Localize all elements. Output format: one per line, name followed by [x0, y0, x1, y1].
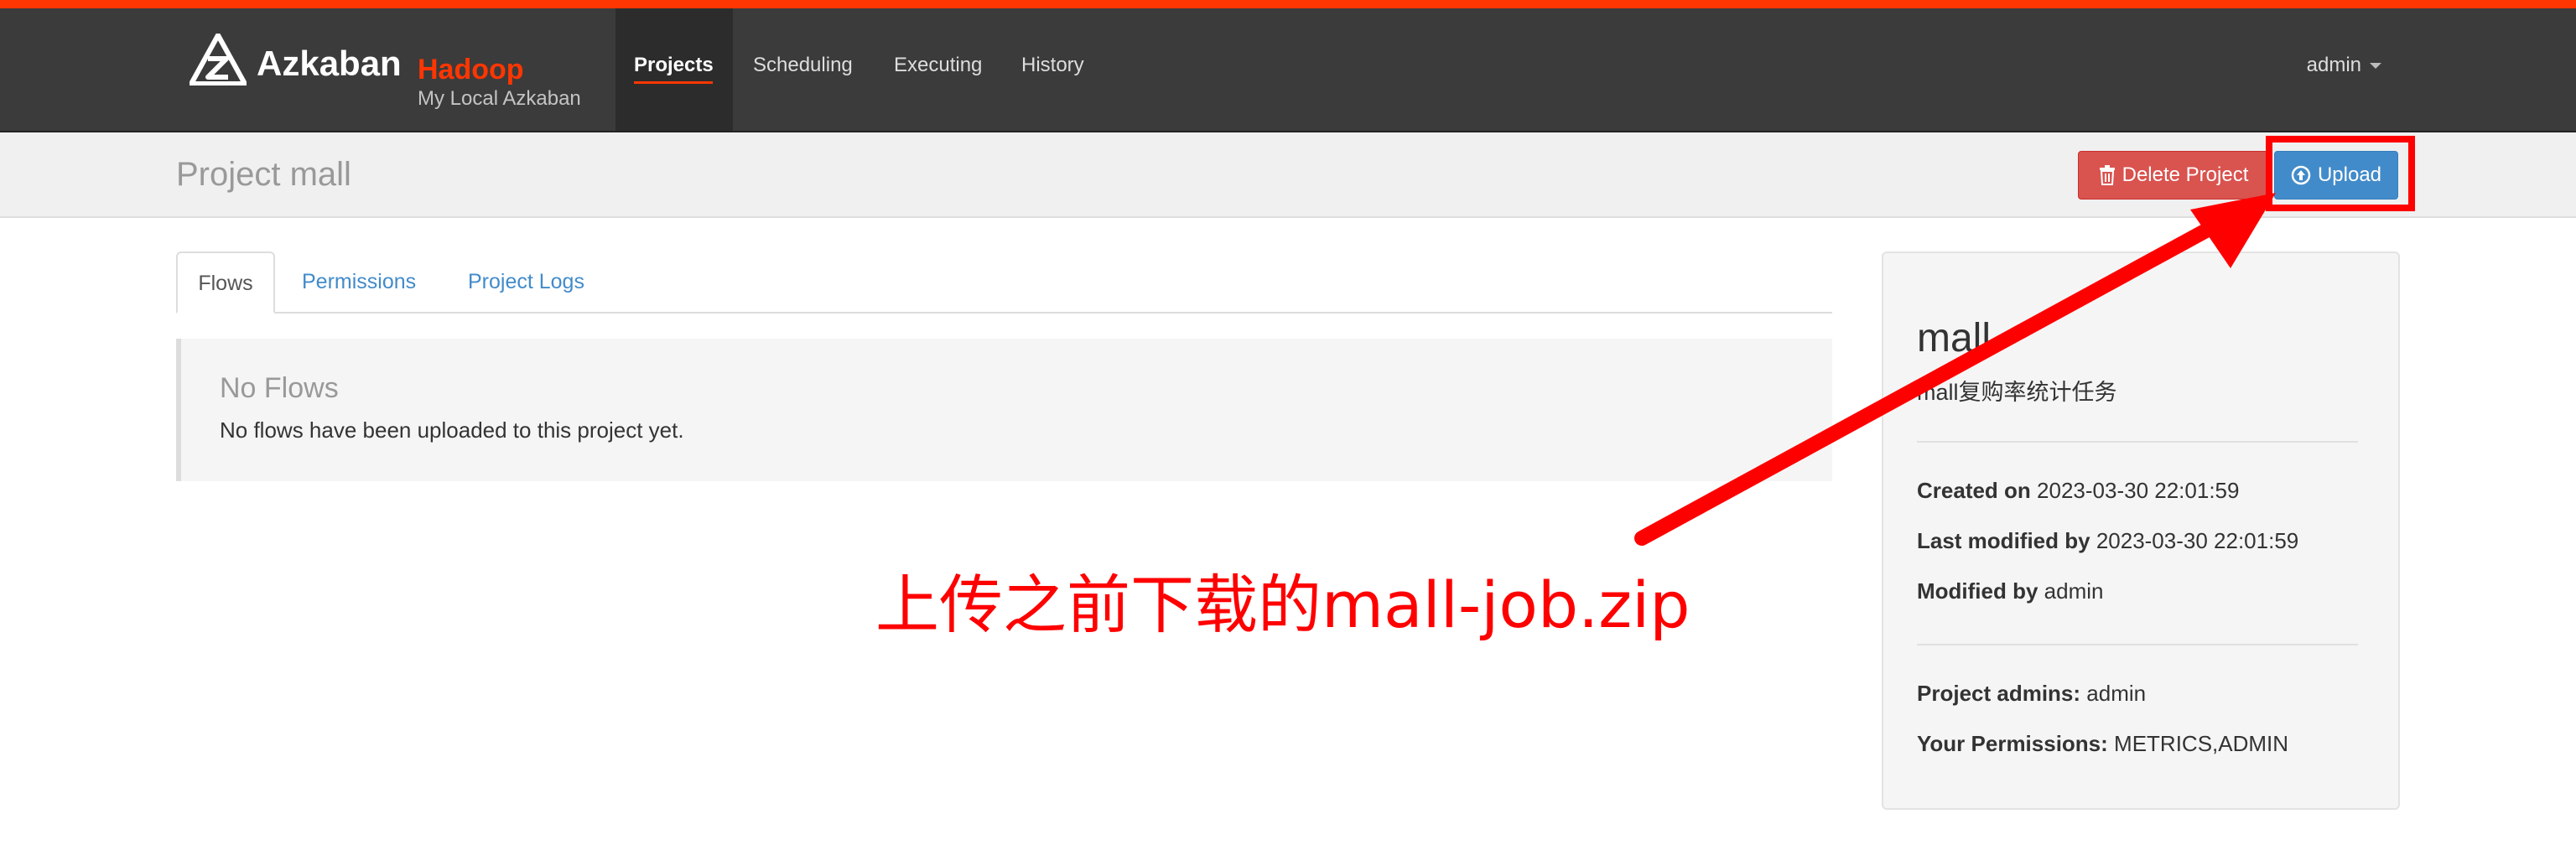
created-on-row: Created on 2023-03-30 22:01:59 — [1917, 478, 2239, 504]
project-info-panel: mall mall复购率统计任务 Created on 2023-03-30 2… — [1882, 251, 2400, 810]
your-permissions-row: Your Permissions: METRICS,ADMIN — [1917, 731, 2288, 757]
page-title: Project mall — [176, 156, 351, 193]
modified-by-value: admin — [2044, 578, 2104, 604]
user-menu[interactable]: admin — [2307, 54, 2381, 77]
top-accent-stripe — [0, 0, 2576, 8]
last-modified-value: 2023-03-30 22:01:59 — [2096, 528, 2299, 553]
modified-by-label: Modified by — [1917, 578, 2038, 604]
no-flows-title: No Flows — [220, 372, 339, 404]
no-flows-text: No flows have been uploaded to this proj… — [220, 417, 684, 443]
upload-highlight-box — [2266, 136, 2415, 211]
project-admins-row: Project admins: admin — [1917, 681, 2146, 707]
brand-subtitle: My Local Azkaban — [418, 87, 581, 110]
brand-name: Azkaban — [257, 44, 402, 83]
nav-item-projects[interactable]: Projects — [634, 54, 714, 77]
user-name: admin — [2306, 54, 2361, 76]
project-description: mall复购率统计任务 — [1917, 380, 2117, 405]
brand-tag: Hadoop — [418, 54, 524, 86]
your-permissions-label: Your Permissions: — [1917, 731, 2108, 756]
trash-icon — [2099, 165, 2115, 185]
divider — [1917, 441, 2358, 443]
nav-item-executing[interactable]: Executing — [894, 54, 982, 77]
nav-item-history[interactable]: History — [1021, 54, 1084, 77]
no-flows-callout: No Flows No flows have been uploaded to … — [176, 339, 1832, 481]
last-modified-row: Last modified by 2023-03-30 22:01:59 — [1917, 528, 2298, 554]
last-modified-label: Last modified by — [1917, 528, 2090, 553]
tab-flows[interactable]: Flows — [176, 251, 275, 314]
nav-active-underline — [634, 81, 713, 84]
created-on-label: Created on — [1917, 478, 2031, 503]
project-name: mall — [1917, 316, 1992, 360]
azkaban-logo-icon — [190, 34, 247, 86]
project-admins-label: Project admins: — [1917, 681, 2081, 706]
created-on-value: 2023-03-30 22:01:59 — [2037, 478, 2240, 503]
caret-down-icon — [2370, 63, 2381, 70]
tab-project-logs[interactable]: Project Logs — [468, 251, 584, 312]
nav-item-scheduling[interactable]: Scheduling — [753, 54, 853, 77]
tab-permissions[interactable]: Permissions — [302, 251, 416, 312]
annotation-text: 上传之前下载的mall-job.zip — [875, 568, 1690, 642]
divider — [1917, 644, 2358, 645]
modified-by-row: Modified by admin — [1917, 578, 2104, 604]
delete-project-button[interactable]: Delete Project — [2078, 151, 2269, 200]
delete-project-label: Delete Project — [2122, 163, 2249, 186]
project-admins-value: admin — [2086, 681, 2147, 706]
project-tabs: Flows Permissions Project Logs — [176, 251, 1832, 314]
your-permissions-value: METRICS,ADMIN — [2114, 731, 2289, 756]
